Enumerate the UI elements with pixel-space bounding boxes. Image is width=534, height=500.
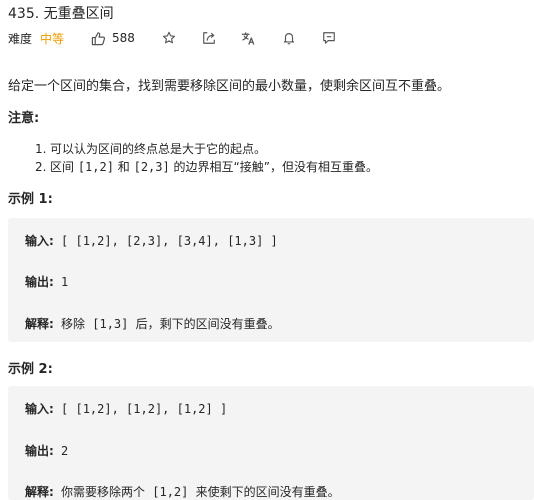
- explain-label: 解释:: [25, 317, 54, 331]
- output-value: 2: [53, 444, 69, 458]
- problem-title: 435. 无重叠区间: [8, 6, 114, 22]
- example-2-box: 输入: [ [1,2], [1,2], [1,2] ] 输出: 2 解释: 你需…: [8, 386, 534, 500]
- example-1-explanation: 解释: 移除 [1,3] 后，剩下的区间没有重叠。: [25, 315, 280, 332]
- output-label: 输出:: [25, 275, 54, 289]
- difficulty-value: 中等: [40, 31, 65, 46]
- input-label: 输入:: [25, 234, 54, 248]
- example-1-output: 输出: 1: [25, 273, 68, 290]
- input-value: [ [1,2], [2,3], [3,4], [1,3] ]: [53, 234, 278, 248]
- note-icon[interactable]: [321, 30, 337, 46]
- bell-icon[interactable]: [281, 30, 297, 46]
- explain-label: 解释:: [25, 485, 54, 499]
- inline-code: [2,3]: [133, 160, 170, 174]
- translate-icon[interactable]: [241, 30, 257, 46]
- example-2-output: 输出: 2: [25, 442, 68, 459]
- like-count: 588: [112, 31, 135, 45]
- notes-title: 注意:: [8, 111, 40, 126]
- output-label: 输出:: [25, 444, 54, 458]
- list-item: 2. 区间 [1,2] 和 [2,3] 的边界相互“接触”，但没有相互重叠。: [35, 158, 378, 176]
- example-2-input: 输入: [ [1,2], [1,2], [1,2] ]: [25, 400, 227, 417]
- problem-description: 给定一个区间的集合，找到需要移除区间的最小数量，使剩余区间互不重叠。: [8, 79, 451, 94]
- note-text: 的边界相互“接触”，但没有相互重叠。: [169, 160, 378, 174]
- explain-value: 移除 [1,3] 后，剩下的区间没有重叠。: [53, 317, 280, 331]
- star-icon[interactable]: [161, 30, 177, 46]
- example-1-box: 输入: [ [1,2], [2,3], [3,4], [1,3] ] 输出: 1…: [8, 218, 534, 342]
- example-1-input: 输入: [ [1,2], [2,3], [3,4], [1,3] ]: [25, 232, 278, 249]
- example-2-explanation: 解释: 你需要移除两个 [1,2] 来使剩下的区间没有重叠。: [25, 483, 340, 500]
- input-value: [ [1,2], [1,2], [1,2] ]: [53, 402, 228, 416]
- notes-list: 1. 可以认为区间的终点总是大于它的起点。 2. 区间 [1,2] 和 [2,3…: [35, 140, 378, 176]
- note-text: 可以认为区间的终点总是大于它的起点。: [50, 142, 267, 156]
- thumbs-up-icon: [90, 30, 106, 46]
- inline-code: [1,2]: [77, 160, 114, 174]
- explain-value: 你需要移除两个 [1,2] 来使剩下的区间没有重叠。: [53, 485, 340, 499]
- share-icon[interactable]: [201, 30, 217, 46]
- list-number: 1.: [35, 142, 47, 156]
- example-1-title: 示例 1:: [8, 192, 53, 207]
- list-number: 2.: [35, 160, 47, 174]
- difficulty-label: 难度: [8, 31, 33, 46]
- list-item: 1. 可以认为区间的终点总是大于它的起点。: [35, 140, 378, 158]
- note-text: 和: [113, 160, 134, 174]
- output-value: 1: [53, 275, 69, 289]
- example-2-title: 示例 2:: [8, 362, 53, 377]
- problem-meta-bar: 难度 中等 588: [8, 29, 337, 47]
- like-button[interactable]: 588: [90, 30, 135, 46]
- note-text: 区间: [50, 160, 78, 174]
- input-label: 输入:: [25, 402, 54, 416]
